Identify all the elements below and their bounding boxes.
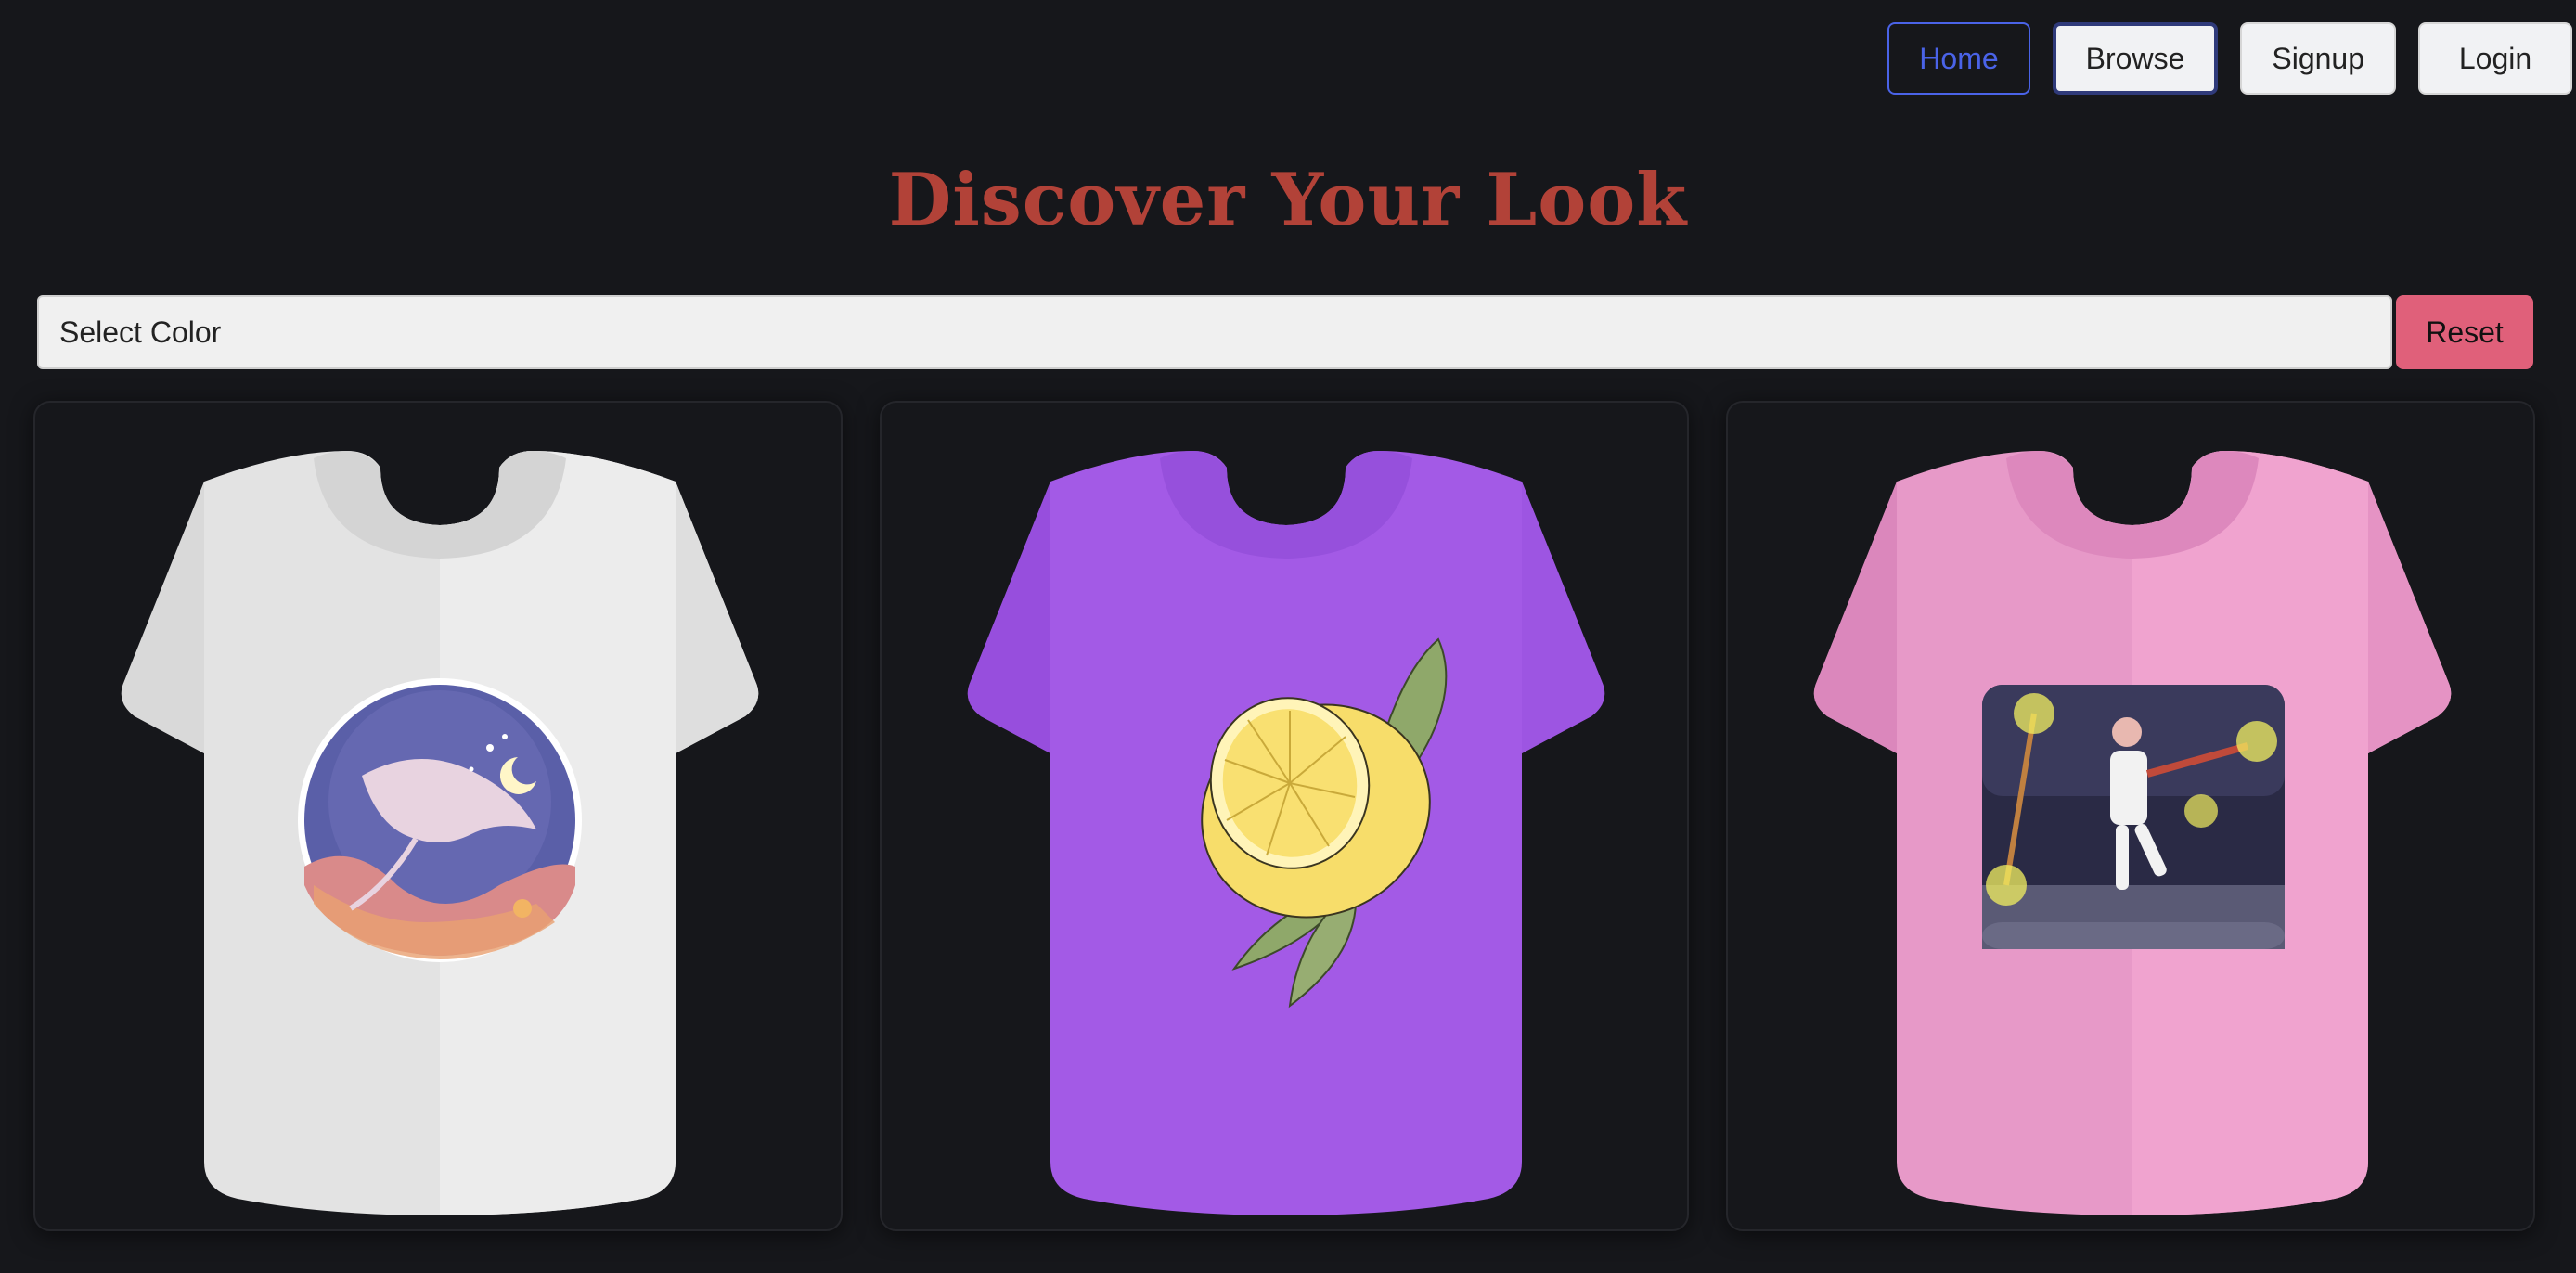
signup-button[interactable]: Signup: [2240, 22, 2396, 95]
page-title: Discover Your Look: [888, 158, 1688, 242]
tshirt-pink: [1813, 451, 2452, 1215]
login-button[interactable]: Login: [2418, 22, 2572, 95]
browse-button[interactable]: Browse: [2052, 22, 2219, 95]
top-nav: Home Browse Signup Login: [1887, 22, 2572, 95]
product-card[interactable]: [33, 401, 843, 1231]
product-card[interactable]: [1726, 401, 2535, 1231]
product-card[interactable]: [880, 401, 1689, 1231]
reset-button[interactable]: Reset: [2396, 295, 2533, 369]
color-select[interactable]: Select Color: [37, 295, 2392, 369]
product-grid: [33, 401, 2535, 1231]
tshirt-purple: [967, 451, 1605, 1215]
tshirt-white: [121, 451, 759, 1215]
color-select-label: Select Color: [59, 315, 222, 349]
home-button[interactable]: Home: [1887, 22, 2030, 95]
